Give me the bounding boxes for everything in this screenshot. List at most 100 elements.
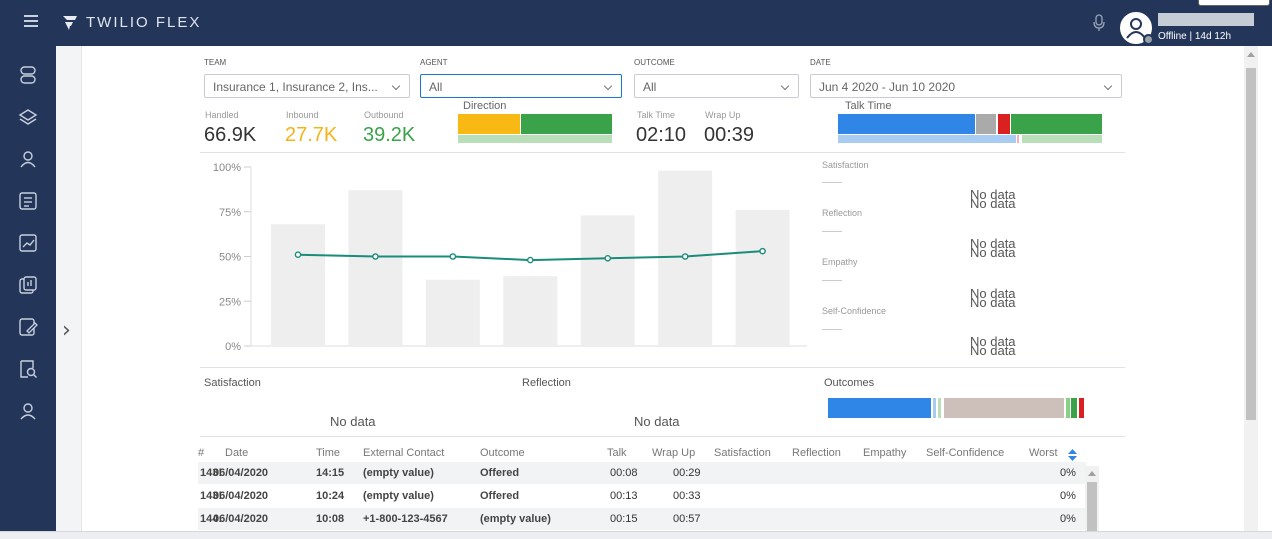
talk-time-base-blue [838,135,1016,143]
cell-wrap: 00:57 [673,513,701,525]
hamburger-menu-icon[interactable] [24,15,38,27]
cell-date: 06/04/2020 [213,490,269,502]
chart-line-point [526,256,534,264]
window-corner-tab [1198,0,1270,6]
metric-reflection-label: Reflection [822,208,863,218]
chevron-down-icon [780,81,790,91]
cell-contact: (empty value) [363,490,434,502]
layers-icon[interactable] [17,106,39,128]
chart-line-point [294,251,302,259]
user-name-redacted [1158,13,1254,26]
outcome-filter-label: OUTCOME [634,58,675,67]
direction-inbound-segment [458,114,520,134]
user-avatar[interactable] [1120,12,1154,45]
user-activity-status[interactable]: Offline | 14d 12h [1158,31,1231,42]
chevron-down-icon [391,81,401,91]
bottom-border [0,531,1272,539]
page-scroll-up-icon[interactable] [1247,52,1255,57]
outcomes-segment-blue [828,398,931,418]
user-profile-icon[interactable] [17,400,39,422]
page-scroll-thumb[interactable] [1246,68,1256,420]
column-header-contact[interactable]: External Contact [363,447,444,459]
chart-line-point [372,253,379,260]
cell-wrap: 00:33 [673,490,701,502]
y-tick-label: 50% [219,252,241,264]
talk-time-segment-blue [838,114,975,134]
talk-time-segment-grey [976,114,996,134]
agent-filter-select[interactable]: All [420,74,622,98]
search-document-icon[interactable] [17,358,39,380]
top-bar: TWILIO FLEX Offline | 14d 12h [0,0,1272,46]
reports-icon[interactable] [17,274,39,296]
table-row[interactable]: 143! 06/04/2020 14:15 (empty value) Offe… [198,462,1086,484]
table-divider [200,436,1125,437]
wrap-up-label: Wrap Up [705,110,741,120]
cell-outcome: Offered [480,467,520,479]
team-filter-label: TEAM [204,58,227,67]
column-header-num[interactable]: # [198,447,204,459]
chevron-right-icon[interactable]: › [62,318,71,343]
table-scroll-thumb[interactable] [1087,482,1097,531]
dashboard-card-icon[interactable] [17,190,39,212]
cell-contact: (empty value) [363,467,434,479]
panel-expander[interactable]: › [56,46,82,539]
database-icon[interactable] [17,64,39,86]
inbound-value: 27.7K [285,124,338,146]
contacts-table: # Date Time External Contact Outcome Tal… [198,447,1098,531]
presence-status-dot [1143,34,1154,45]
analytics-trend-icon[interactable] [17,232,39,254]
chart-line-point [759,247,766,255]
flex-app: TWILIO FLEX Offline | 14d 12h › TEAM Ins… [0,0,1272,539]
column-header-self-confidence[interactable]: Self-Confidence [926,447,1004,459]
metric-empathy-nodata: No data No data [970,286,1016,310]
outcomes-segment-green-light [1066,398,1070,418]
column-header-satisfaction[interactable]: Satisfaction [714,447,771,459]
outcome-filter-select[interactable]: All [634,74,799,98]
outcome-filter-value: All [643,80,657,94]
edit-review-icon[interactable] [17,316,39,338]
side-navigation [0,46,56,539]
cell-worst: 0% [1060,513,1076,525]
chart-line-point [604,254,612,262]
chart-bar [503,276,558,346]
column-header-worst[interactable]: Worst [1029,447,1058,459]
handled-label: Handled [205,110,239,120]
table-row[interactable]: 144: 06/04/2020 10:08 +1-800-123-4567 (e… [198,508,1086,530]
team-filter-select[interactable]: Insurance 1, Insurance 2, Ins... [204,74,410,98]
direction-outbound-segment [521,114,612,134]
metric-reflection-line [822,231,842,232]
column-header-time[interactable]: Time [316,447,340,459]
sort-icon[interactable] [1068,449,1077,461]
chart-bar [735,209,790,346]
microphone-icon[interactable] [1092,14,1106,32]
column-header-empathy[interactable]: Empathy [863,447,906,459]
direction-bar[interactable] [458,114,612,143]
cell-wrap: 00:29 [673,467,701,479]
table-row[interactable]: 143! 06/04/2020 10:24 (empty value) Offe… [198,485,1086,507]
outcomes-bar[interactable] [828,398,1086,418]
table-scrollbar[interactable] [1085,466,1099,531]
column-header-outcome[interactable]: Outcome [480,447,525,459]
talk-time-base-green [1022,135,1102,143]
talk-time-bar[interactable] [838,114,1102,143]
metric-empathy-label: Empathy [822,257,858,267]
weekly-chart-svg: 100% 75% 50% 25% 0% [213,162,807,353]
column-header-wrap-up[interactable]: Wrap Up [652,447,695,459]
weekly-chart[interactable]: 100% 75% 50% 25% 0% [195,157,815,362]
metric-self-confidence-label: Self-Confidence [822,306,887,316]
talk-time-value: 02:10 [636,124,687,146]
cell-talk: 00:08 [610,467,638,479]
column-header-date[interactable]: Date [225,447,248,459]
date-filter-value: Jun 4 2020 - Jun 10 2020 [819,80,956,94]
column-header-reflection[interactable]: Reflection [792,447,841,459]
talk-time-segment-red [998,114,1010,134]
column-header-talk[interactable]: Talk [607,447,627,459]
table-scroll-up-icon[interactable] [1088,471,1096,476]
talk-time-base-red [1017,135,1019,143]
page-scrollbar[interactable] [1244,46,1258,539]
date-filter-select[interactable]: Jun 4 2020 - Jun 10 2020 [810,74,1122,98]
wrap-up-value: 00:39 [704,124,755,146]
team-agents-icon[interactable] [17,148,39,170]
outcomes-segment-lightblue [933,398,936,418]
metric-satisfaction-label: Satisfaction [822,160,869,170]
